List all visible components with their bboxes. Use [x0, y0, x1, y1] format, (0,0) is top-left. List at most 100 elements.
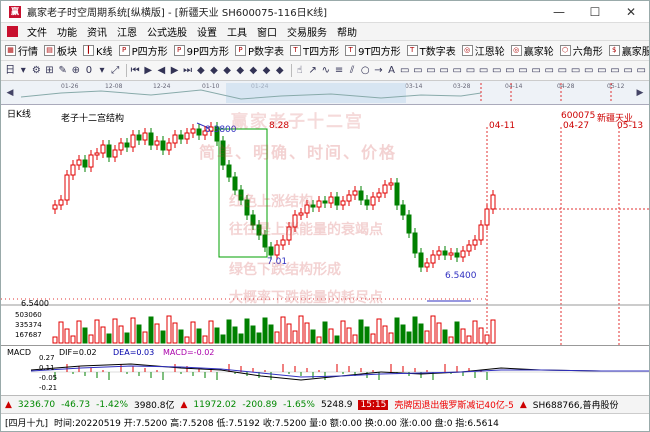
menu-formula[interactable]: 公式选股 — [142, 24, 192, 39]
tool-9t-square[interactable]: T 9T四方形 — [345, 43, 401, 58]
candle-body — [148, 132, 154, 146]
hand-icon[interactable]: ☝ — [295, 64, 305, 77]
chevron-down-icon[interactable]: ▾ — [97, 64, 107, 77]
box-tool-icon[interactable]: ▭ — [570, 64, 580, 77]
menu-file[interactable]: 文件 — [22, 24, 52, 39]
tool-p-square-label: P四方形 — [131, 47, 168, 58]
compare-icon[interactable]: ⊞ — [44, 64, 54, 77]
first-icon[interactable]: ⏮ — [130, 64, 140, 77]
diamond-icon[interactable]: ◆ — [235, 64, 245, 77]
circle-tool-icon[interactable]: ○ — [360, 64, 370, 77]
volume-bar — [436, 322, 442, 344]
menu-window[interactable]: 窗口 — [252, 24, 282, 39]
box-tool-icon[interactable]: ▭ — [426, 64, 436, 77]
diamond-icon[interactable]: ◆ — [248, 64, 258, 77]
channel-icon[interactable]: ⫽ — [347, 64, 357, 77]
ohlc-detail: 时间:20220519 开:7.5200 高:7.5208 低:7.5192 收… — [54, 419, 499, 429]
line-tool-icon[interactable]: ↗ — [308, 64, 318, 77]
diamond-icon[interactable]: ◆ — [275, 64, 285, 77]
overview-timeline[interactable]: ◀ ▶ 01-26 12-08 12-24 01-10 01-24 03-14 … — [1, 81, 649, 105]
box-tool-icon[interactable]: ▭ — [439, 64, 449, 77]
tool-9p-square[interactable]: P 9P四方形 — [173, 43, 229, 58]
diamond-icon[interactable]: ◆ — [261, 64, 271, 77]
menu-info[interactable]: 资讯 — [82, 24, 112, 39]
menu-settings[interactable]: 设置 — [192, 24, 222, 39]
candle-body — [94, 152, 100, 156]
zoom-icon[interactable]: ⊕ — [71, 64, 81, 77]
box-tool-icon[interactable]: ▭ — [610, 64, 620, 77]
back-icon[interactable]: ◀ — [156, 64, 166, 77]
volume-bar — [208, 320, 214, 344]
play-icon[interactable]: ▶ — [143, 64, 153, 77]
tool-sectors[interactable]: ▤ 板块 — [44, 43, 77, 58]
box-tool-icon[interactable]: ▭ — [557, 64, 567, 77]
tool-kline[interactable]: ┃ K线 — [83, 43, 113, 58]
arrow-tool-icon[interactable]: → — [373, 64, 383, 77]
settings-icon[interactable]: ⚙ — [31, 64, 41, 77]
maximize-button[interactable]: ☐ — [577, 1, 613, 23]
box-tool-icon[interactable]: ▭ — [492, 64, 502, 77]
tool-hexagon[interactable]: ⬡ 六角形 — [559, 43, 603, 58]
menu-function[interactable]: 功能 — [52, 24, 82, 39]
tool-p-table[interactable]: P P数字表 — [235, 43, 284, 58]
close-button[interactable]: ✕ — [613, 1, 649, 23]
period-selector[interactable]: 日 — [5, 64, 15, 77]
tool-winner-wheel-label: 赢家轮 — [523, 47, 554, 58]
box-tool-icon[interactable]: ▭ — [597, 64, 607, 77]
tool-t-square[interactable]: T T四方形 — [290, 43, 339, 58]
box-tool-icon[interactable]: ▭ — [413, 64, 423, 77]
sz-index-amount: 5248.9 — [320, 399, 353, 410]
candle-body — [454, 252, 460, 258]
tool-t-table[interactable]: T T数字表 — [406, 43, 456, 58]
box-tool-icon[interactable]: ▭ — [636, 64, 646, 77]
menu-tools[interactable]: 工具 — [222, 24, 252, 39]
main-window: 赢 赢家老子时空周期系统[纵横版] - [新疆天业 SH600075-116日K… — [0, 0, 650, 432]
news-headline[interactable]: 壳牌因退出俄罗斯减记40亿-5 — [394, 398, 513, 411]
candle-body — [52, 204, 58, 210]
box-tool-icon[interactable]: ▭ — [623, 64, 633, 77]
zero-selector[interactable]: 0 — [84, 64, 94, 77]
text-tool-icon[interactable]: A — [387, 64, 397, 77]
menu-gann[interactable]: 江恩 — [112, 24, 142, 39]
next-icon[interactable]: ▶ — [169, 64, 179, 77]
ticker-stock[interactable]: SH688766,普冉股份 — [533, 398, 619, 411]
mark-icon[interactable]: ✎ — [58, 64, 68, 77]
volume-bar — [352, 334, 358, 344]
box-tool-icon[interactable]: ▭ — [584, 64, 594, 77]
tool-gann-wheel[interactable]: ◎ 江恩轮 — [461, 43, 505, 58]
volume-bar — [310, 329, 316, 344]
last-icon[interactable]: ⏭ — [183, 64, 193, 77]
volume-bar — [214, 327, 220, 344]
menu-help[interactable]: 帮助 — [332, 24, 362, 39]
wave-tool-icon[interactable]: ∿ — [321, 64, 331, 77]
menu-trade[interactable]: 交易服务 — [282, 24, 332, 39]
tool-quotes[interactable]: ▦ 行情 — [5, 43, 38, 58]
candle-body — [406, 214, 412, 234]
diamond-icon[interactable]: ◆ — [209, 64, 219, 77]
box-tool-icon[interactable]: ▭ — [400, 64, 410, 77]
diamond-icon[interactable]: ◆ — [196, 64, 206, 77]
future-date-label: 04-27 — [563, 121, 590, 131]
box-tool-icon[interactable]: ▭ — [505, 64, 515, 77]
expand-icon[interactable]: ⤢ — [110, 64, 120, 77]
box-tool-icon[interactable]: ▭ — [478, 64, 488, 77]
tool-winner-wheel[interactable]: ◎ 赢家轮 — [510, 43, 554, 58]
kline-chart[interactable]: 日K线 老子十二宫结构 600075 新疆天业 8.3800 8.28 04-1… — [1, 105, 649, 345]
box-tool-icon[interactable]: ▭ — [452, 64, 462, 77]
volume-bar — [106, 333, 112, 344]
tool-p-square[interactable]: P P四方形 — [118, 43, 168, 58]
minimize-button[interactable]: — — [541, 1, 577, 23]
box-tool-icon[interactable]: ▭ — [518, 64, 528, 77]
macd-panel[interactable]: MACD DIF=0.02 DEA=0.03 MACD=-0.02 0.27 0… — [1, 345, 649, 395]
tool-sectors-label: 板块 — [57, 47, 77, 58]
box-tool-icon[interactable]: ▭ — [544, 64, 554, 77]
chevron-down-icon[interactable]: ▾ — [18, 64, 28, 77]
box-tool-icon[interactable]: ▭ — [531, 64, 541, 77]
candle-body — [466, 244, 472, 252]
candle-body — [334, 196, 340, 206]
menu-logo-icon — [7, 26, 18, 37]
tool-service[interactable]: $赢家服务 — [608, 43, 649, 58]
diamond-icon[interactable]: ◆ — [222, 64, 232, 77]
box-tool-icon[interactable]: ▭ — [465, 64, 475, 77]
fibonacci-icon[interactable]: ≡ — [334, 64, 344, 77]
